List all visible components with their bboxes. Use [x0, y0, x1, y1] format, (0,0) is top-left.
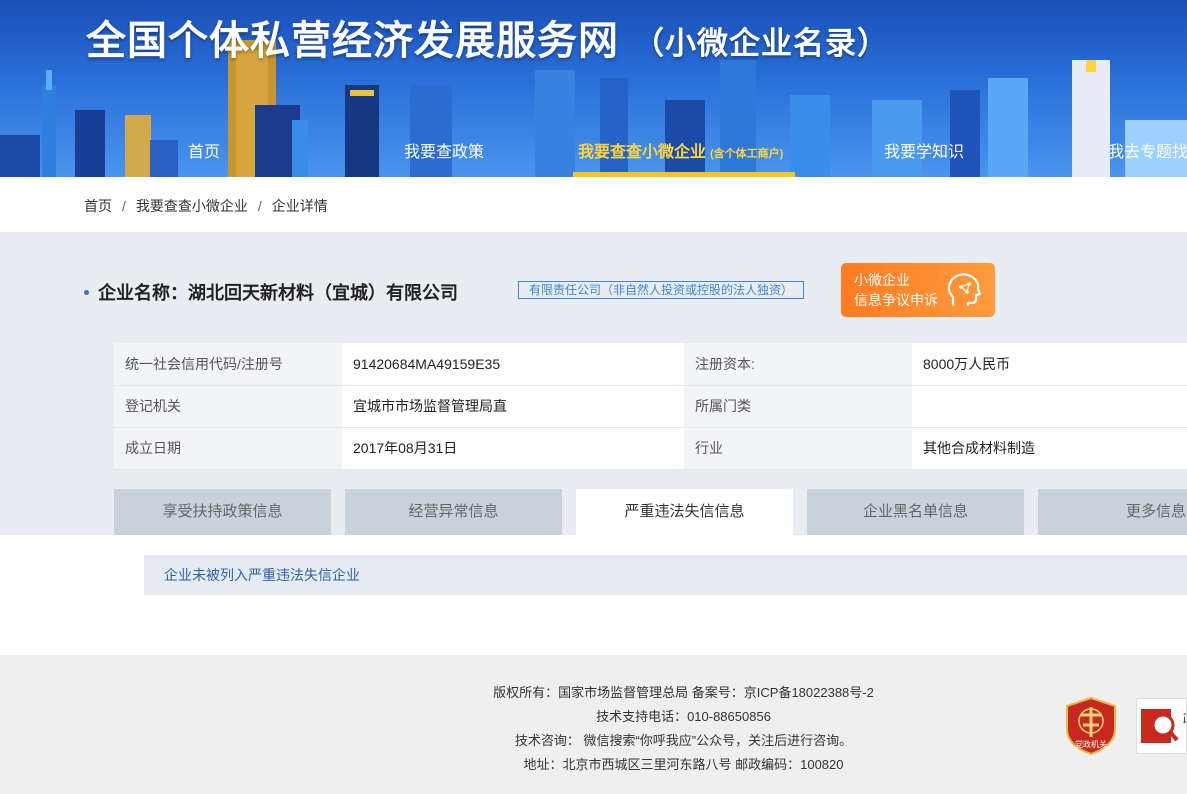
registration-authority-value: 宜城市市场监督管理局直 [342, 385, 684, 428]
nav-item-knowledge[interactable]: 我要学知识 [884, 129, 964, 177]
site-header: 全国个体私营经济发展服务网 （小微企业名录） 首页 我要查政策 我要查查小微企业(… [0, 0, 1187, 177]
party-gov-badge-text: 党政机关 [1075, 739, 1107, 749]
credit-code-label: 统一社会信用代码/注册号 [114, 343, 342, 386]
party-gov-badge-icon: 党政机关 [1066, 696, 1116, 756]
nav-item-topics[interactable]: 我去专题找 [1108, 129, 1187, 177]
credit-code-value: 91420684MA49159E35 [342, 343, 684, 386]
table-row: 成立日期 2017年08月31日 行业 其他合成材料制造 [114, 427, 1187, 470]
established-date-label: 成立日期 [114, 427, 342, 470]
company-name-label: 企业名称： [98, 283, 188, 303]
company-name-row: 企业名称： 湖北回天新材料（宜城）有限公司 [84, 279, 458, 305]
breadcrumb-home[interactable]: 首页 [84, 198, 112, 214]
nav-item-enterprise-search-label: 我要查查小微企业 [578, 144, 707, 161]
nav-item-enterprise-search[interactable]: 我要查查小微企业 (含个体工商户) [578, 129, 783, 177]
tab-more-info[interactable]: 更多信息 [1038, 489, 1187, 535]
tab-support-policy[interactable]: 享受扶持政策信息 [114, 489, 331, 535]
company-name: 湖北回天新材料（宜城）有限公司 [188, 283, 458, 303]
party-gov-badge[interactable]: 党政机关 [1065, 696, 1117, 756]
main-nav: 首页 我要查政策 我要查查小微企业 (含个体工商户) 我要学知识 我去专题找 [0, 129, 1187, 177]
breadcrumb-current: 企业详情 [271, 198, 328, 214]
nav-item-home[interactable]: 首页 [188, 129, 220, 177]
tab-blacklist[interactable]: 企业黑名单信息 [807, 489, 1024, 535]
industry-label: 行业 [684, 427, 912, 470]
gov-site-badge-text: 政 [1183, 712, 1187, 726]
footer-phone: 技术支持电话：010-88650856 [596, 709, 771, 724]
footer-consult: 技术咨询： 微信搜索“你呼我应”公众号，关注后进行咨询。 [514, 733, 853, 748]
registration-authority-label: 登记机关 [114, 385, 342, 428]
gov-site-badge[interactable]: 政 [1136, 698, 1187, 754]
tab-abnormal-operation[interactable]: 经营异常信息 [345, 489, 562, 535]
industry-value: 其他合成材料制造 [912, 427, 1187, 470]
violation-result-notice: 企业未被列入严重违法失信企业 [144, 555, 1187, 595]
appeal-person-icon [947, 273, 982, 307]
tab-serious-violation[interactable]: 严重违法失信信息 [576, 489, 793, 535]
site-title-main: 全国个体私营经济发展服务网 [86, 19, 619, 63]
footer-address: 地址：北京市西城区三里河东路八号 邮政编码：100820 [523, 757, 844, 772]
category-value [912, 385, 1187, 428]
site-title: 全国个体私营经济发展服务网 （小微企业名录） [86, 8, 889, 66]
enterprise-info-table: 统一社会信用代码/注册号 91420684MA49159E35 注册资本: 80… [114, 343, 1187, 470]
table-row: 统一社会信用代码/注册号 91420684MA49159E35 注册资本: 80… [114, 343, 1187, 386]
registered-capital-label: 注册资本: [684, 343, 912, 386]
nav-item-policy[interactable]: 我要查政策 [404, 129, 484, 177]
breadcrumb-separator: / [257, 198, 262, 214]
bullet-dot [84, 289, 89, 295]
breadcrumb-separator: / [122, 198, 126, 214]
breadcrumb: 首页 / 我要查查小微企业 / 企业详情 [84, 196, 328, 216]
breadcrumb-enterprise-search[interactable]: 我要查查小微企业 [136, 198, 248, 214]
nav-active-indicator [573, 172, 795, 177]
company-type-badge: 有限责任公司（非自然人投资或控股的法人独资） [518, 281, 805, 299]
nav-item-enterprise-search-sub: (含个体工商户) [710, 148, 784, 160]
tab-more-info-label: 更多信息 [1125, 503, 1186, 520]
site-subtitle: （小微企业名录） [633, 26, 889, 61]
footer-copyright: 版权所有：国家市场监督管理总局 备案号：京ICP备18022388号-2 [493, 685, 874, 700]
registered-capital-value: 8000万人民币 [912, 343, 1187, 386]
established-date-value: 2017年08月31日 [342, 427, 684, 470]
category-label: 所属门类 [684, 385, 912, 428]
gov-site-badge-icon: 政 [1141, 709, 1187, 743]
table-row: 登记机关 宜城市市场监督管理局直 所属门类 [114, 385, 1187, 428]
info-appeal-button[interactable]: 小微企业 信息争议申诉 [841, 263, 995, 317]
